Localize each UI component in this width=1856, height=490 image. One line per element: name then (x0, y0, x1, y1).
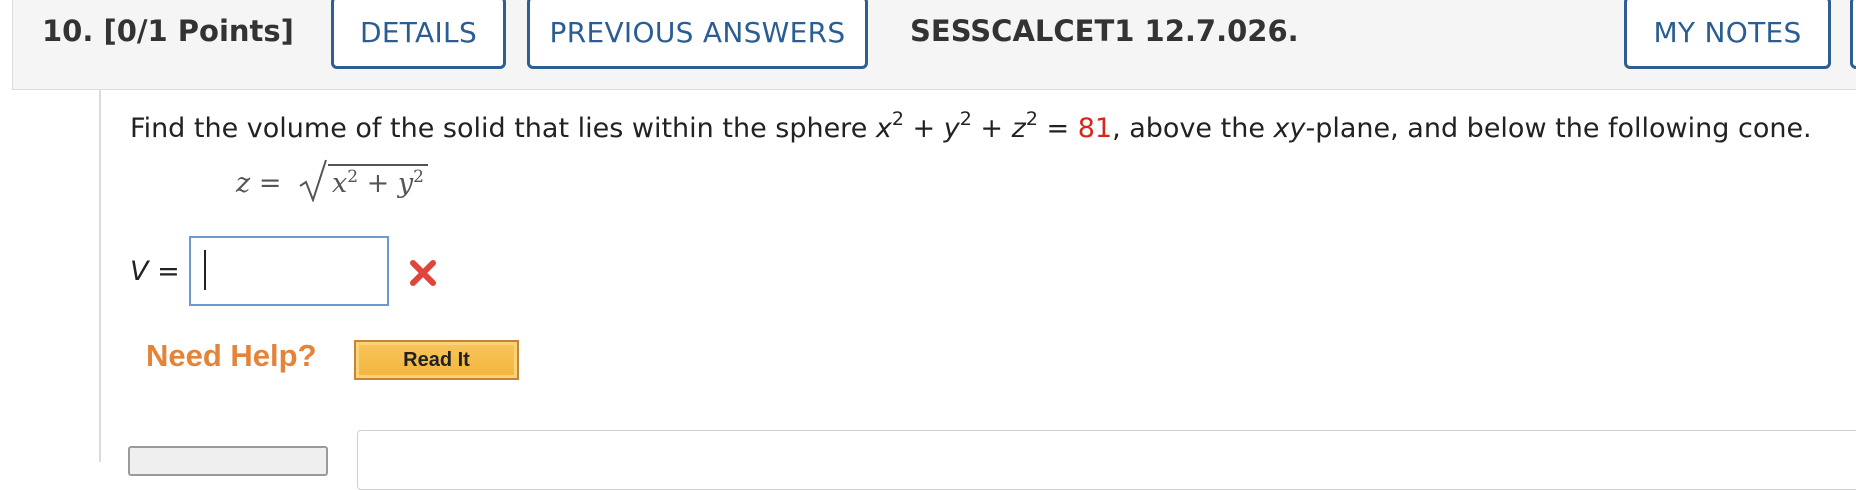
radicand-y-exp: 2 (413, 167, 424, 187)
radicand: x2 + y2 (328, 164, 428, 199)
question-body-border (99, 90, 101, 462)
var-y: y (943, 113, 960, 144)
question-text-end: -plane, and below the following cone. (1305, 113, 1812, 144)
submit-answer-button[interactable] (128, 446, 328, 476)
equals-sign: = (1037, 113, 1078, 144)
radical-sign-icon (299, 159, 327, 202)
question-number: 10. (42, 14, 94, 48)
read-it-button[interactable]: Read It (354, 340, 519, 380)
previous-answers-button[interactable]: PREVIOUS ANSWERS (527, 0, 868, 69)
equation-equals: = (250, 168, 291, 199)
answer-variable: V (130, 256, 149, 287)
square-root: x2 + y2 (298, 159, 428, 202)
question-text-mid: , above the (1112, 113, 1274, 144)
xy-plane-var: xy (1273, 113, 1306, 144)
radicand-plus: + (358, 168, 398, 199)
radicand-x-exp: 2 (347, 167, 359, 187)
x-mark-icon (410, 260, 436, 286)
plus-2: + (971, 113, 1012, 144)
details-button[interactable]: DETAILS (331, 0, 506, 69)
question-text: Find the volume of the solid that lies w… (130, 110, 1812, 145)
var-x: x (875, 113, 892, 144)
cone-equation: z = x2 + y2 (236, 159, 428, 202)
answer-equals: = (148, 256, 180, 287)
radicand-y: y (397, 168, 414, 199)
answer-input[interactable] (189, 236, 389, 306)
radicand-x: x (332, 168, 348, 199)
exp-z: 2 (1025, 108, 1038, 130)
question-text-intro: Find the volume of the solid that lies w… (130, 113, 876, 144)
question-code: SESSCALCET1 12.7.026. (910, 14, 1299, 48)
text-caret (204, 250, 206, 290)
plus-1: + (903, 113, 944, 144)
var-z: z (1011, 113, 1026, 144)
exp-y: 2 (959, 108, 972, 130)
equation-lhs: z (236, 168, 251, 199)
points-label: [0/1 Points] (103, 14, 294, 48)
answer-panel (357, 430, 1856, 490)
my-notes-button[interactable]: MY NOTES (1624, 0, 1831, 69)
exp-x: 2 (891, 108, 904, 130)
answer-label: V = (130, 256, 180, 287)
sphere-radius-value: 81 (1077, 113, 1113, 144)
header-button-partial[interactable] (1850, 0, 1856, 69)
question-number-points: 10. [0/1 Points] (42, 14, 294, 48)
need-help-label: Need Help? (146, 338, 317, 373)
